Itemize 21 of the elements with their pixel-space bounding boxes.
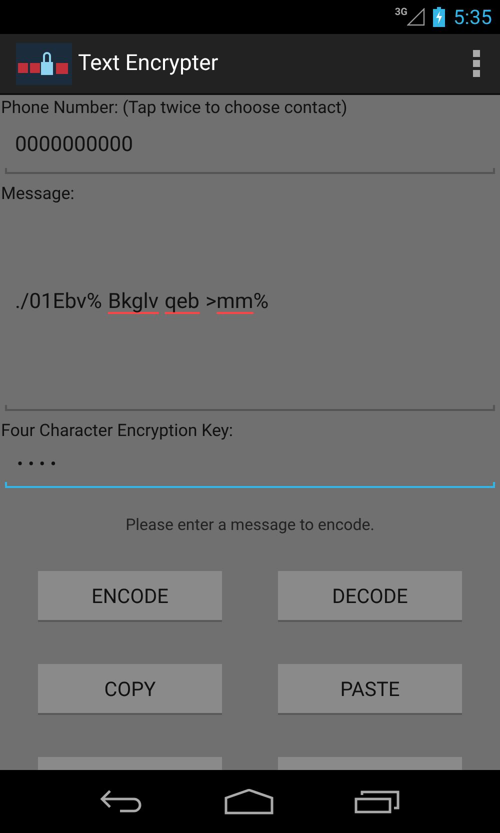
phone-field[interactable]: 0000000000 xyxy=(5,122,495,174)
action-button[interactable]: COPY xyxy=(38,664,222,715)
back-icon[interactable] xyxy=(100,788,144,814)
phone-label: Phone Number: (Tap twice to choose contact) xyxy=(0,97,348,120)
recent-apps-icon[interactable] xyxy=(354,790,400,814)
home-icon[interactable] xyxy=(224,788,274,814)
key-field[interactable]: •••• xyxy=(5,444,495,488)
signal-icon xyxy=(407,8,426,26)
message-field[interactable]: ./01Ebv% Bkglv qeb >mm% xyxy=(5,207,495,411)
lock-logo-icon xyxy=(16,42,72,84)
clock: 5:35 xyxy=(453,4,492,31)
hint-text: Please enter a message to encode. xyxy=(126,514,374,536)
app-title: Text Encrypter xyxy=(78,50,218,78)
action-button[interactable]: PASTE xyxy=(278,664,462,715)
message-text: ./01Ebv% Bkglv qeb >mm% xyxy=(15,289,269,316)
action-button[interactable]: DECODE xyxy=(278,571,462,622)
message-label: Message: xyxy=(0,182,76,206)
key-label: Four Character Encryption Key: xyxy=(0,420,234,443)
battery-charging-icon xyxy=(433,7,446,27)
network-type: 3G xyxy=(394,8,408,18)
action-button[interactable]: ENCODE xyxy=(38,571,222,622)
